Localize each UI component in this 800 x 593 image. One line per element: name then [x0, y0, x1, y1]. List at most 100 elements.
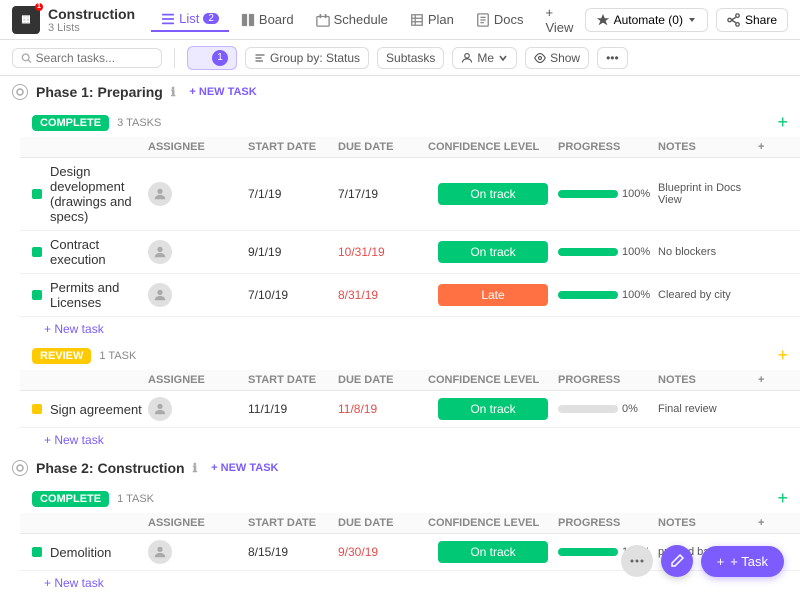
- progress-fill: [558, 548, 618, 556]
- col-notes: NOTES: [658, 517, 758, 529]
- automate-icon: [596, 13, 610, 27]
- fab-task-button[interactable]: + + Task: [701, 546, 784, 577]
- tab-list[interactable]: List 2: [151, 7, 229, 32]
- confidence-badge: Late: [438, 284, 548, 306]
- due-date: 10/31/19: [338, 245, 428, 259]
- col-start: START DATE: [248, 517, 338, 529]
- col-assignee: ASSIGNEE: [148, 141, 248, 153]
- toolbar-divider: [174, 48, 175, 68]
- table-row: Contract execution 9/1/19 10/31/19 On tr…: [20, 231, 800, 274]
- table-row: Design development (drawings and specs) …: [20, 158, 800, 231]
- review-add-icon[interactable]: +: [777, 345, 788, 366]
- tab-add-view[interactable]: + View: [535, 1, 584, 39]
- task-name: Sign agreement: [50, 402, 142, 417]
- task-dot: [32, 290, 42, 300]
- tab-schedule[interactable]: Schedule: [306, 8, 398, 31]
- task-name-cell: Design development (drawings and specs): [32, 164, 148, 224]
- col-start: START DATE: [248, 374, 338, 386]
- progress-pct: 100%: [622, 188, 652, 200]
- avatar: [148, 540, 172, 564]
- task-name-cell: Demolition: [32, 545, 148, 560]
- p2-complete-add-icon[interactable]: +: [777, 488, 788, 509]
- confidence-cell: On track: [428, 398, 558, 420]
- progress-pct: 0%: [622, 403, 652, 415]
- me-chevron-icon: [498, 53, 508, 63]
- progress-bar: [558, 190, 618, 198]
- avatar: [148, 182, 172, 206]
- notes: Cleared by city: [658, 289, 758, 301]
- phase1-toggle[interactable]: [12, 84, 28, 100]
- confidence-cell: On track: [428, 241, 558, 263]
- review-col-headers: ASSIGNEE START DATE DUE DATE CONFIDENCE …: [20, 370, 800, 391]
- person-silhouette-icon: [153, 288, 167, 302]
- share-button[interactable]: Share: [716, 8, 788, 32]
- phase1-name: Phase 1: Preparing: [36, 84, 163, 100]
- board-icon: [241, 13, 255, 27]
- progress-fill: [558, 248, 618, 256]
- tab-board[interactable]: Board: [231, 8, 304, 31]
- col-due: DUE DATE: [338, 374, 428, 386]
- p2-complete-badge: COMPLETE: [32, 491, 109, 507]
- show-button[interactable]: Show: [525, 47, 589, 69]
- filter-button[interactable]: 1: [187, 46, 237, 70]
- review-new-task[interactable]: + New task: [20, 428, 800, 452]
- task-name: Demolition: [50, 545, 111, 560]
- col-progress: PROGRESS: [558, 517, 658, 529]
- avatar: [148, 283, 172, 307]
- fab-edit-button[interactable]: [661, 545, 693, 577]
- app-logo: ▦ 1: [12, 6, 40, 34]
- subtasks-button[interactable]: Subtasks: [377, 47, 444, 69]
- phase2-new-task-button[interactable]: + NEW TASK: [205, 460, 284, 476]
- chevron-down-icon: [687, 15, 697, 25]
- confidence-cell: On track: [428, 183, 558, 205]
- fab-dots-button[interactable]: [621, 545, 653, 577]
- search-input[interactable]: [36, 51, 153, 65]
- tab-plan[interactable]: Plan: [400, 8, 464, 31]
- progress-bar: [558, 291, 618, 299]
- app-logo-text: ▦: [21, 14, 30, 25]
- progress-cell: 100%: [558, 246, 658, 258]
- phase1-review-section: REVIEW 1 TASK + ASSIGNEE START DATE DUE …: [20, 341, 800, 452]
- automate-button[interactable]: Automate (0): [585, 8, 708, 32]
- due-date: 7/17/19: [338, 187, 428, 201]
- complete-add-icon[interactable]: +: [777, 112, 788, 133]
- task-name: Design development (drawings and specs): [50, 164, 148, 224]
- app-header: ▦ 1 Construction 3 Lists List 2 Board Sc…: [0, 0, 800, 40]
- due-date: 11/8/19: [338, 402, 428, 416]
- person-icon: [461, 52, 473, 64]
- search-box[interactable]: [12, 48, 162, 68]
- col-due: DUE DATE: [338, 517, 428, 529]
- me-button[interactable]: Me: [452, 47, 517, 69]
- phase2-info-icon[interactable]: ℹ: [193, 461, 198, 475]
- phase1-new-task-button[interactable]: + NEW TASK: [183, 84, 262, 100]
- col-confidence: CONFIDENCE LEVEL: [428, 141, 558, 153]
- tab-docs[interactable]: Docs: [466, 8, 534, 31]
- col-add: +: [758, 141, 788, 153]
- eye-icon: [534, 52, 546, 64]
- phase2-toggle[interactable]: [12, 460, 28, 476]
- person-silhouette-icon: [153, 545, 167, 559]
- col-progress: PROGRESS: [558, 141, 658, 153]
- group-icon: [254, 52, 266, 64]
- phase1-complete-header: COMPLETE 3 TASKS +: [20, 108, 800, 137]
- phase1-info-icon[interactable]: ℹ: [171, 85, 176, 99]
- phase2-header: Phase 2: Construction ℹ + NEW TASK: [0, 452, 800, 484]
- start-date: 7/10/19: [248, 288, 338, 302]
- complete-new-task[interactable]: + New task: [20, 317, 800, 341]
- assignee-cell: [148, 540, 248, 564]
- circle-icon: [16, 464, 24, 472]
- confidence-badge: On track: [438, 183, 548, 205]
- col-progress: PROGRESS: [558, 374, 658, 386]
- task-dot: [32, 247, 42, 257]
- task-dot: [32, 189, 42, 199]
- more-button[interactable]: •••: [597, 47, 628, 69]
- col-start: START DATE: [248, 141, 338, 153]
- table-row: Permits and Licenses 7/10/19 8/31/19 Lat…: [20, 274, 800, 317]
- task-name: Permits and Licenses: [50, 280, 148, 310]
- group-by-button[interactable]: Group by: Status: [245, 47, 369, 69]
- person-silhouette-icon: [153, 402, 167, 416]
- table-row: Sign agreement 11/1/19 11/8/19 On track …: [20, 391, 800, 428]
- subtasks-label: Subtasks: [386, 51, 435, 65]
- assignee-cell: [148, 397, 248, 421]
- task-dot: [32, 404, 42, 414]
